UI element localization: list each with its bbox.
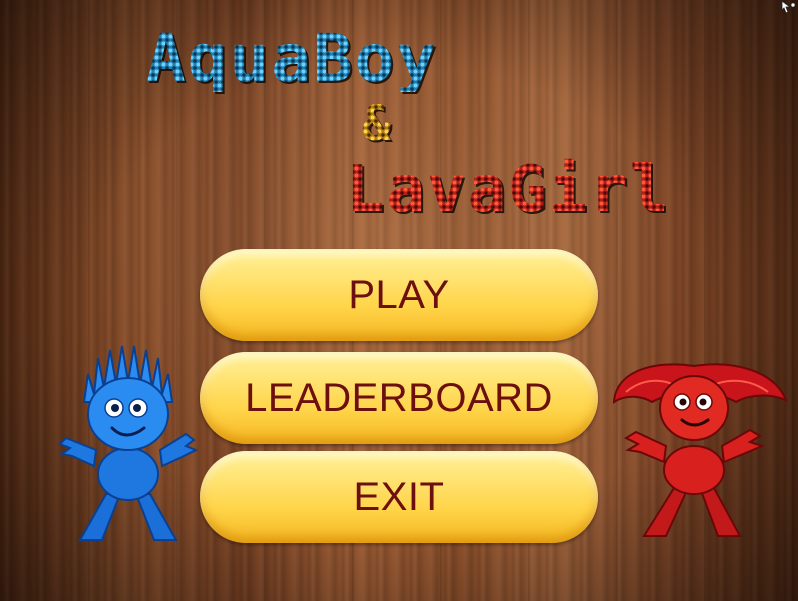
leaderboard-button-label: LEADERBOARD — [245, 375, 553, 420]
main-menu-screen: AquaBoy & LavaGirl PLAY LEADERBOARD EXIT — [0, 0, 798, 601]
play-button-label: PLAY — [348, 272, 450, 317]
title-aquaboy: AquaBoy — [146, 20, 439, 97]
title-lavagirl: LavaGirl — [346, 153, 671, 227]
title-ampersand: & — [362, 96, 393, 152]
leaderboard-button[interactable]: LEADERBOARD — [200, 352, 598, 444]
play-button[interactable]: PLAY — [200, 249, 598, 341]
aquaboy-character-icon — [58, 345, 198, 541]
exit-button-label: EXIT — [353, 474, 445, 519]
cursor-icon — [781, 0, 796, 14]
exit-button[interactable]: EXIT — [200, 451, 598, 543]
lavagirl-character-icon — [612, 363, 788, 537]
